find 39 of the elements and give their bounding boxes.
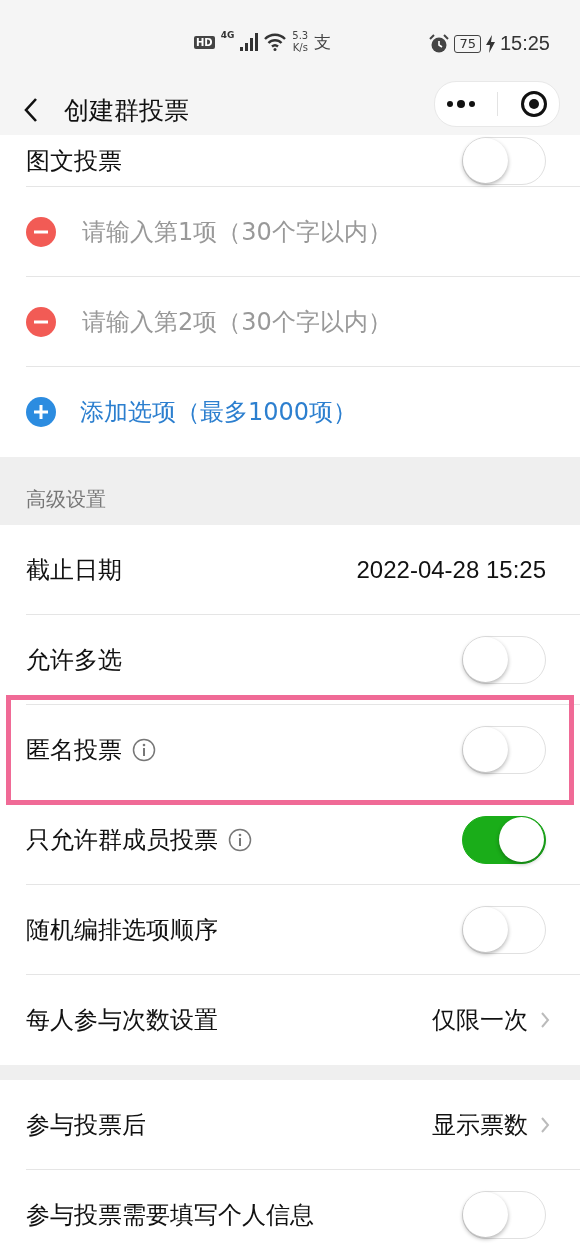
network-type: 4G — [220, 30, 235, 40]
remove-icon[interactable] — [26, 216, 56, 247]
section-title: 高级设置 — [26, 486, 106, 513]
date-value[interactable]: 2022-04-28 15:25 — [356, 555, 546, 584]
row-label: 图文投票 — [26, 145, 122, 177]
page-title: 创建群投票 — [64, 94, 189, 127]
signal-icon — [240, 33, 259, 51]
setting-label: 只允许群成员投票 — [26, 824, 218, 856]
chevron-icon — [540, 1115, 550, 1134]
setting-label: 参与投票需要填写个人信息 — [26, 1200, 314, 1231]
setting-label: 允许多选 — [26, 644, 122, 676]
option-input[interactable]: 请输入第1项（30个字以内） — [80, 216, 546, 247]
add-option-link[interactable]: 添加选项（最多1000项） — [80, 396, 358, 428]
setting-label: 匿名投票 — [26, 735, 122, 766]
toggle-switch[interactable] — [462, 815, 546, 864]
speed-unit: K/s — [292, 42, 308, 54]
setting-label: 随机编排选项顺序 — [26, 914, 218, 946]
setting-label: 参与投票后 — [26, 1109, 146, 1141]
setting-label: 截止日期 — [26, 554, 122, 586]
setting-value[interactable]: 仅限一次 — [432, 1004, 528, 1036]
more-icon[interactable] — [445, 99, 476, 109]
wifi-icon — [264, 33, 287, 51]
app-glyph: 支 — [314, 30, 332, 54]
info-icon[interactable] — [132, 738, 156, 762]
info-icon[interactable] — [228, 827, 252, 852]
setting-label: 每人参与次数设置 — [26, 1005, 218, 1036]
battery-indicator: 75 — [454, 34, 481, 53]
close-target-icon[interactable] — [520, 90, 549, 118]
speed-value: 5.3 — [292, 30, 309, 42]
option-input[interactable]: 请输入第2项（30个字以内） — [80, 306, 546, 337]
alarm-icon — [429, 33, 450, 54]
add-icon[interactable] — [26, 397, 56, 427]
hd-badge: HD — [194, 35, 215, 49]
remove-icon[interactable] — [26, 306, 56, 337]
back-icon[interactable] — [24, 97, 38, 123]
charging-icon — [485, 34, 495, 53]
chevron-icon — [540, 1011, 550, 1029]
status-time: 15:25 — [499, 32, 550, 55]
setting-value[interactable]: 显示票数 — [432, 1108, 528, 1141]
